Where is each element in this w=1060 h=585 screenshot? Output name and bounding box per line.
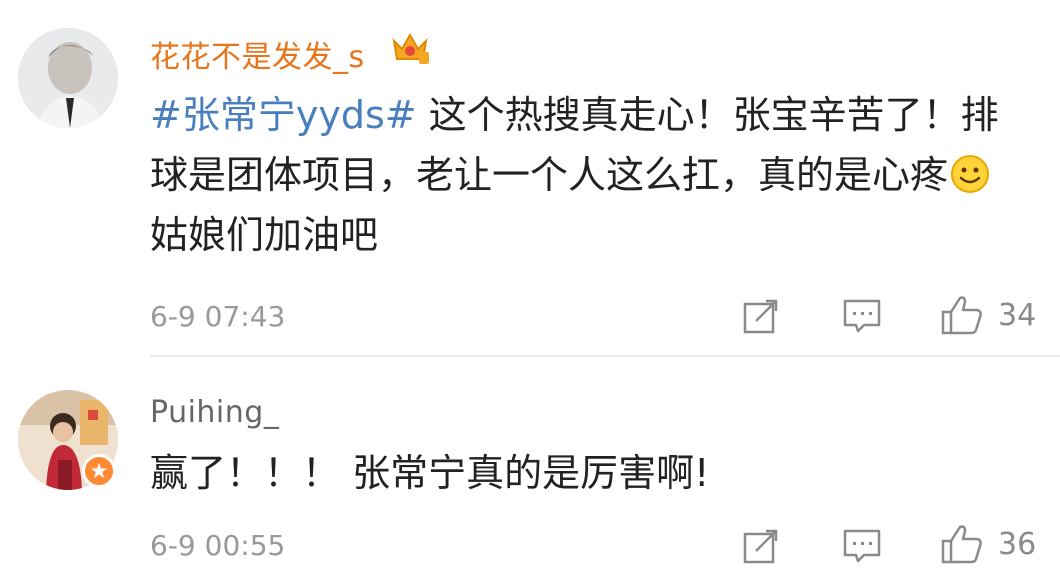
comment-text: #张常宁yyds# 这个热搜真走心！张宝辛苦了！排球是团体项目，老让一个人这么扛…	[150, 85, 1030, 265]
smile-emoji-icon	[951, 155, 990, 193]
like-button[interactable]: 34	[940, 294, 1036, 336]
hashtag-link[interactable]: #张常宁yyds#	[150, 93, 417, 137]
username[interactable]: 花花不是发发_s	[150, 32, 365, 76]
share-button[interactable]	[742, 527, 780, 565]
comment-icon	[843, 529, 881, 563]
comment-time: 6-9 00:55	[150, 529, 286, 562]
comment-item: 花花不是发发_s #张常宁yyds# 这个热搜真走心！张宝辛苦了！排球是团体项目…	[0, 0, 1060, 355]
comment-body: 赢了！！！ 张常宁真的是厉害啊!	[150, 451, 710, 495]
share-button[interactable]	[742, 297, 780, 335]
share-icon	[743, 299, 778, 334]
avatar[interactable]	[18, 28, 118, 128]
thumbs-up-icon	[941, 525, 982, 564]
username[interactable]: Puihing_	[150, 395, 279, 430]
comment-item: Puihing_ 赢了！！！ 张常宁真的是厉害啊! 6-9 00:55 36	[0, 357, 1060, 585]
share-icon	[743, 529, 778, 564]
crown-badge-icon	[392, 32, 429, 64]
thumbs-up-icon	[941, 296, 982, 335]
verified-badge-icon	[82, 454, 116, 488]
comment-button[interactable]	[842, 297, 882, 335]
comment-body-end: 姑娘们加油吧	[150, 213, 379, 257]
comment-button[interactable]	[842, 527, 882, 565]
like-button[interactable]: 36	[940, 523, 1036, 565]
comment-time: 6-9 07:43	[150, 300, 286, 333]
comment-icon	[843, 299, 881, 333]
like-count: 34	[998, 297, 1037, 333]
like-count: 36	[998, 526, 1037, 562]
avatar-image	[18, 28, 118, 128]
comment-text: 赢了！！！ 张常宁真的是厉害啊!	[150, 443, 1030, 503]
